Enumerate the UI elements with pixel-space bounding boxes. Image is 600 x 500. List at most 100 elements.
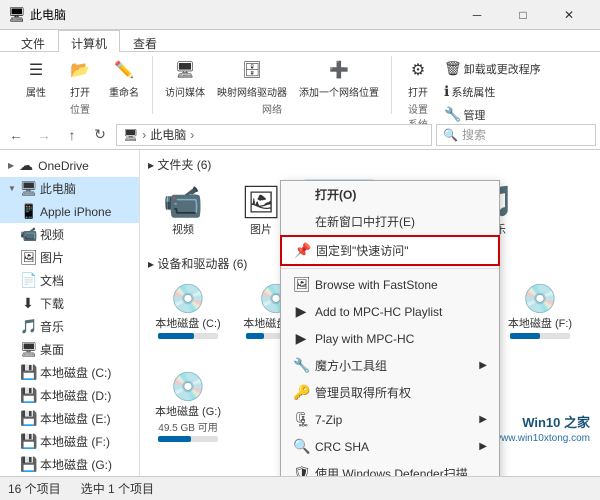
uninstall-label: 卸载或更改程序	[464, 61, 541, 77]
ctx-7zip-label: 7-Zip	[315, 413, 342, 427]
item-count: 16 个项目	[8, 480, 61, 497]
access-media-button[interactable]: 🖥 访问媒体	[161, 56, 209, 101]
ctx-crc-arrow: ▶	[479, 441, 487, 452]
drive-g-icon: 💿	[171, 370, 206, 403]
ctx-faststone-icon: 🖼	[293, 276, 309, 293]
tab-computer[interactable]: 计算机	[58, 30, 120, 52]
ctx-magic-label: 魔方小工具组	[315, 357, 387, 374]
sidebar-label-videos: 视频	[40, 226, 64, 243]
up-button[interactable]: ↑	[60, 123, 84, 147]
uninstall-icon: 🗑	[444, 60, 462, 77]
sidebar-item-downloads[interactable]: ⬇ 下载	[0, 292, 139, 315]
tab-view[interactable]: 查看	[120, 30, 170, 52]
sidebar-item-apple-iphone[interactable]: 📱 Apple iPhone	[0, 200, 139, 223]
sidebar-item-onedrive[interactable]: ▶ ☁ OneDrive	[0, 154, 139, 177]
onedrive-icon: ☁	[18, 157, 34, 174]
desktop-icon: 🖥	[20, 341, 36, 358]
pictures-icon: 🖼	[20, 249, 36, 266]
drive-f-progress-container	[510, 333, 570, 339]
this-pc-icon: 🖥	[20, 180, 36, 197]
sys-props-button[interactable]: ℹ 系统属性	[440, 81, 545, 102]
sidebar-item-videos[interactable]: 📹 视频	[0, 223, 139, 246]
ctx-crc-sha[interactable]: 🔍 CRC SHA ▶	[281, 433, 499, 460]
address-bar: ← → ↑ ↻ 🖥 › 此电脑 › 🔍 搜索	[0, 120, 600, 150]
ctx-open[interactable]: 打开(O)	[281, 181, 499, 208]
ctx-7zip[interactable]: 🗜 7-Zip ▶	[281, 406, 499, 433]
sidebar-label-pictures: 图片	[40, 249, 64, 266]
folder-videos[interactable]: 📹 视频	[148, 179, 218, 241]
uninstall-button[interactable]: 🗑 卸载或更改程序	[440, 58, 545, 79]
open-button[interactable]: 📂 打开	[60, 56, 100, 101]
disk-g-icon: 💾	[20, 456, 36, 473]
address-box[interactable]: 🖥 › 此电脑 ›	[116, 124, 432, 146]
ctx-mpc-add-icon: ▶	[293, 303, 309, 320]
drive-c-label: 本地磁盘 (C:)	[155, 315, 220, 331]
properties-button[interactable]: ☰ 属性	[16, 56, 56, 101]
sidebar-item-disk-g[interactable]: 💾 本地磁盘 (G:)	[0, 453, 139, 476]
ctx-mpc-add-label: Add to MPC-HC Playlist	[315, 305, 442, 319]
breadcrumb: 🖥 › 此电脑 ›	[123, 126, 196, 143]
search-placeholder: 搜索	[462, 126, 486, 143]
open-label: 打开	[70, 84, 90, 99]
add-location-button[interactable]: ➕ 添加一个网络位置	[295, 56, 383, 101]
ctx-add-mpc[interactable]: ▶ Add to MPC-HC Playlist	[281, 298, 499, 325]
sidebar-label-disk-g: 本地磁盘 (G:)	[40, 456, 112, 473]
forward-button[interactable]: →	[32, 123, 56, 147]
maximize-button[interactable]: □	[500, 0, 546, 30]
ctx-magic-combo[interactable]: 🔧 魔方小工具组 ▶	[281, 352, 499, 379]
ctx-defender-icon: 🛡	[293, 465, 309, 476]
map-drive-button[interactable]: 🗄 映射网络驱动器	[213, 56, 291, 101]
close-button[interactable]: ✕	[546, 0, 592, 30]
drive-c-icon: 💿	[171, 282, 206, 315]
ctx-crc-label: CRC SHA	[315, 440, 369, 454]
ctx-crc-icon: 🔍	[293, 438, 309, 455]
manage-icon: 🔧	[444, 106, 461, 123]
chevron-down-icon: ▼	[8, 184, 16, 193]
sidebar-label-iphone: Apple iPhone	[40, 205, 111, 219]
tab-file[interactable]: 文件	[8, 30, 58, 52]
folder-videos-icon: 📹	[163, 183, 203, 221]
search-box[interactable]: 🔍 搜索	[436, 124, 596, 146]
ctx-browse-faststone[interactable]: 🖼 Browse with FastStone	[281, 271, 499, 298]
sidebar-label-disk-c: 本地磁盘 (C:)	[40, 364, 111, 381]
sidebar-item-this-pc[interactable]: ▼ 🖥 此电脑	[0, 177, 139, 200]
disk-f-icon: 💾	[20, 433, 36, 450]
back-button[interactable]: ←	[4, 123, 28, 147]
ctx-open-label: 打开(O)	[315, 186, 356, 203]
drive-f-progress-bar	[510, 333, 540, 339]
ribbon-group-network: 🖥 访问媒体 🗄 映射网络驱动器 ➕ 添加一个网络位置 网络	[153, 56, 392, 114]
breadcrumb-pc: 🖥	[123, 128, 138, 142]
drive-c-progress-container	[158, 333, 218, 339]
manage-label: 管理	[463, 107, 485, 123]
rename-button[interactable]: ✏️ 重命名	[104, 56, 144, 101]
sidebar-item-music[interactable]: 🎵 音乐	[0, 315, 139, 338]
drive-g-progress-bar	[158, 436, 191, 442]
ctx-admin-perms[interactable]: 🔑 管理员取得所有权	[281, 379, 499, 406]
sidebar-item-documents[interactable]: 📄 文档	[0, 269, 139, 292]
sidebar-item-disk-e[interactable]: 💾 本地磁盘 (E:)	[0, 407, 139, 430]
ctx-play-mpc[interactable]: ▶ Play with MPC-HC	[281, 325, 499, 352]
ribbon-content: ☰ 属性 📂 打开 ✏️ 重命名 位置 🖥 访问媒体 🗄 映射网络驱动器	[0, 52, 600, 120]
ribbon-tabs: 文件 计算机 查看	[0, 30, 600, 52]
sidebar-item-disk-c[interactable]: 💾 本地磁盘 (C:)	[0, 361, 139, 384]
device-disk-c[interactable]: 💿 本地磁盘 (C:)	[148, 278, 228, 358]
drive-g-size: 49.5 GB 可用	[158, 419, 217, 434]
refresh-button[interactable]: ↻	[88, 123, 112, 147]
system-open-button[interactable]: ⚙ 打开	[400, 56, 436, 101]
sidebar-item-disk-d[interactable]: 💾 本地磁盘 (D:)	[0, 384, 139, 407]
ctx-open-new-window[interactable]: 在新窗口中打开(E)	[281, 208, 499, 235]
ctx-pin-quick[interactable]: 📌 固定到"快速访问"	[280, 235, 500, 266]
sidebar-item-disk-f[interactable]: 💾 本地磁盘 (F:)	[0, 430, 139, 453]
minimize-button[interactable]: ─	[454, 0, 500, 30]
drive-f-label: 本地磁盘 (F:)	[508, 315, 572, 331]
sidebar-item-desktop[interactable]: 🖥 桌面	[0, 338, 139, 361]
watermark: Win10 之家 www.win10xtong.com	[494, 414, 590, 446]
ctx-windefender[interactable]: 🛡 使用 Windows Defender扫描...	[281, 460, 499, 476]
device-disk-g[interactable]: 💿 本地磁盘 (G:) 49.5 GB 可用	[148, 366, 228, 446]
manage-button[interactable]: 🔧 管理	[440, 104, 545, 125]
map-drive-label: 映射网络驱动器	[217, 84, 287, 99]
window-icon: 🖥	[8, 7, 24, 23]
device-disk-f[interactable]: 💿 本地磁盘 (F:)	[500, 278, 580, 358]
folders-section-header[interactable]: ▸ 文件夹 (6)	[144, 154, 596, 175]
sidebar-item-pictures[interactable]: 🖼 图片	[0, 246, 139, 269]
